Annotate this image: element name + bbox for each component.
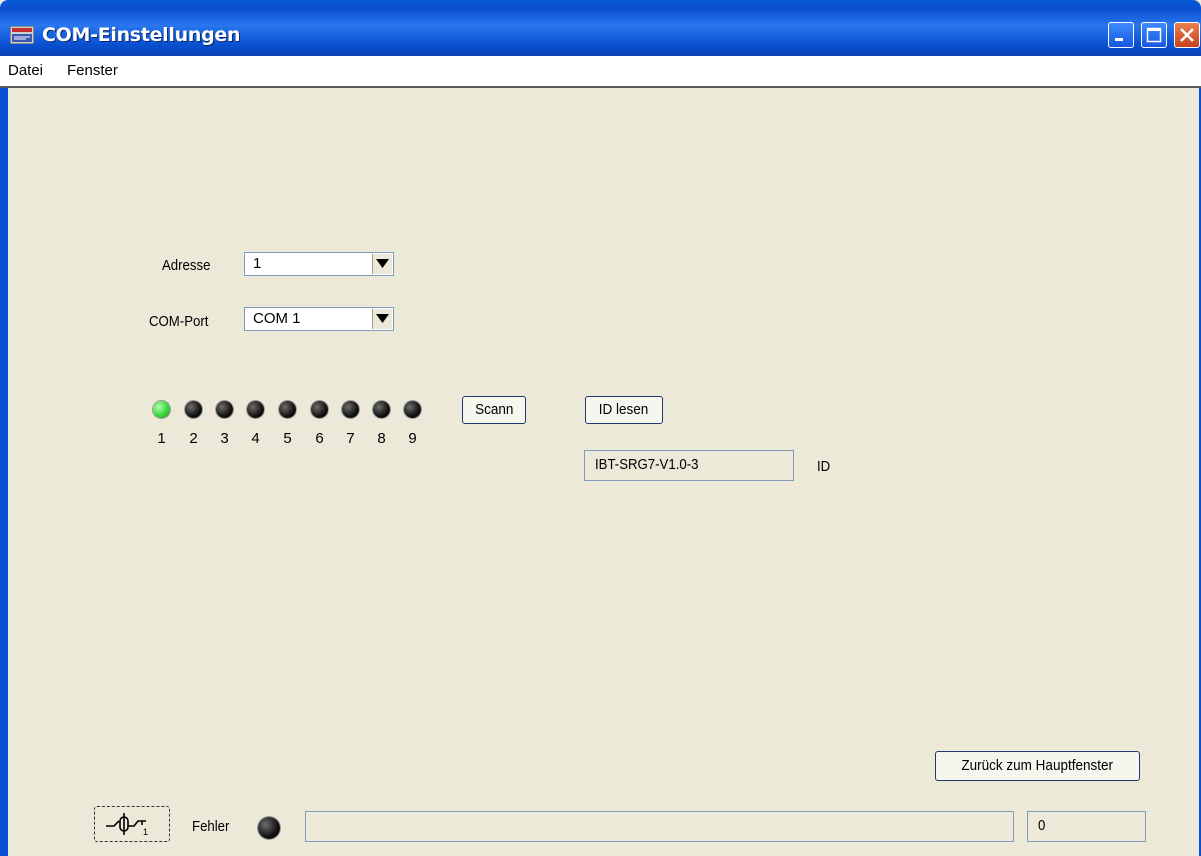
address-select-value: 1 [253, 255, 262, 272]
led-6 [311, 401, 328, 418]
menu-bar: Datei Fenster [0, 56, 1201, 88]
led-9 [404, 401, 421, 418]
scan-button[interactable]: Scann [462, 396, 526, 424]
svg-text:1: 1 [143, 827, 148, 837]
led-8 [373, 401, 390, 418]
switch-contact-icon: 1 [106, 813, 148, 837]
led-label-5: 5 [283, 430, 292, 447]
window-title: COM-Einstellungen [42, 24, 241, 46]
scan-button-label: Scann [474, 401, 514, 418]
led-label-8: 8 [377, 430, 386, 447]
maximize-button[interactable] [1141, 22, 1167, 48]
led-label-4: 4 [251, 430, 260, 447]
address-dropdown-button[interactable] [372, 254, 392, 274]
error-label: Fehler [192, 818, 230, 835]
status-message-field [305, 811, 1014, 842]
maximize-icon [1146, 27, 1162, 43]
led-label-1: 1 [157, 430, 166, 447]
led-label-3: 3 [220, 430, 229, 447]
comport-dropdown-button[interactable] [372, 309, 392, 329]
id-label: ID [817, 458, 831, 475]
id-value: IBT-SRG7-V1.0-3 [595, 456, 699, 473]
error-led [258, 817, 280, 839]
comport-select[interactable]: COM 1 [244, 307, 394, 331]
back-to-main-button-label: Zurück zum Hauptfenster [961, 757, 1114, 774]
led-5 [279, 401, 296, 418]
read-id-button-label: ID lesen [599, 401, 649, 418]
id-output-field: IBT-SRG7-V1.0-3 [584, 450, 794, 481]
close-icon [1180, 28, 1194, 42]
led-2 [185, 401, 202, 418]
minimize-icon [1115, 38, 1123, 41]
back-to-main-button[interactable]: Zurück zum Hauptfenster [935, 751, 1140, 781]
close-button[interactable] [1174, 22, 1200, 48]
counter-value: 0 [1038, 817, 1046, 834]
led-3 [216, 401, 233, 418]
connection-toggle-button[interactable]: 1 [94, 806, 170, 842]
com-settings-window: COM-Einstellungen Datei Fenster Adresse … [0, 0, 1201, 856]
address-select[interactable]: 1 [244, 252, 394, 276]
chevron-down-icon [376, 314, 389, 323]
address-label: Adresse [162, 257, 211, 274]
chevron-down-icon [376, 259, 389, 268]
menu-item-fenster[interactable]: Fenster [67, 62, 118, 79]
menu-item-datei[interactable]: Datei [8, 62, 43, 79]
read-id-button[interactable]: ID lesen [585, 396, 663, 424]
comport-select-value: COM 1 [253, 310, 301, 327]
app-window-icon [10, 26, 34, 44]
led-4 [247, 401, 264, 418]
led-1 [153, 401, 170, 418]
counter-field: 0 [1027, 811, 1146, 842]
comport-label: COM-Port [149, 313, 209, 330]
title-bar[interactable]: COM-Einstellungen [0, 0, 1201, 56]
led-7 [342, 401, 359, 418]
led-label-9: 9 [408, 430, 417, 447]
led-label-2: 2 [189, 430, 198, 447]
minimize-button[interactable] [1108, 22, 1134, 48]
led-label-7: 7 [346, 430, 355, 447]
led-label-6: 6 [315, 430, 324, 447]
